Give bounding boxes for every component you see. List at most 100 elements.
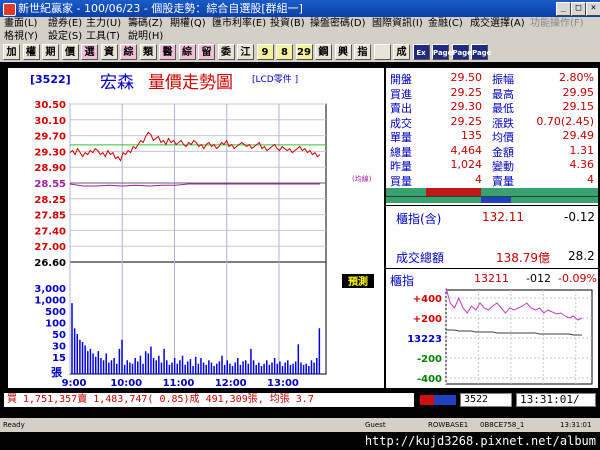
quote-value: 0.70(2.45)	[536, 114, 594, 128]
avg-line-label: (均線)	[352, 174, 372, 183]
toolbar-button[interactable]: Page	[471, 44, 491, 60]
turnover-extra: 28.2	[568, 249, 595, 263]
toolbar-button[interactable]: 類	[139, 44, 157, 60]
url-watermark: http://kujd3268.pixnet.net/album	[0, 432, 600, 450]
quote-value: 4.36	[569, 158, 595, 171]
clock-text: 13:31:01/	[520, 393, 580, 406]
toolbar-button[interactable]	[373, 44, 391, 60]
close-button[interactable]: ×	[586, 2, 600, 16]
clock-box: 13:31:01/	[516, 393, 596, 407]
menu-item[interactable]: 期權(Q)	[170, 17, 206, 31]
index-tick-label: +200	[413, 314, 442, 325]
price-tick-label: 30.10	[34, 116, 66, 127]
volume-tick-label: 30	[52, 342, 66, 353]
stock-code-box[interactable]: 3522	[460, 393, 512, 407]
menu-item[interactable]: 功能操作(F)	[530, 17, 584, 31]
quote-value: 29.30	[450, 100, 483, 113]
quote-value: 29.15	[562, 100, 595, 113]
color-legend	[420, 395, 456, 405]
toolbar-button[interactable]: 鋼	[315, 44, 332, 60]
predict-badge: 預測	[348, 275, 368, 288]
trade-summary: 買 1,751,357賣 1,483,747( 0.85)成 491,309張,…	[4, 393, 414, 407]
price-tick-label: 30.50	[34, 100, 66, 111]
toolbar-button[interactable]: 指	[354, 44, 371, 60]
toolbar-button[interactable]: 醫	[159, 44, 176, 60]
time-tick-label: 10:00	[110, 378, 142, 388]
price-tick-label: 28.90	[34, 163, 66, 174]
index-change: -0.12	[564, 210, 596, 224]
menu-item[interactable]: 證券(E)	[48, 17, 82, 31]
otc-change: -012	[526, 272, 551, 285]
toolbar-button[interactable]: 9	[256, 44, 274, 60]
menu-item[interactable]: 設定(S)	[48, 30, 82, 44]
toolbar-button[interactable]: Page	[432, 44, 452, 60]
toolbar-button[interactable]: 留	[198, 44, 215, 60]
toolbar-button[interactable]: 價	[61, 44, 79, 60]
menu-item[interactable]: 畫面(L)	[4, 17, 37, 31]
chart-svg: 30.50 30.10 29.70 29.30 28.90 28.55 28.25 27.85…	[30, 73, 374, 389]
price-tick-label: 28.55	[34, 179, 66, 190]
toolbar-button[interactable]: 綜	[120, 44, 137, 60]
toolbar: 加權期價選資綜類醫綜留委江 9 8 29 鋼興指成 Ex Page Page Page	[0, 43, 600, 62]
toolbar-button[interactable]: 江	[237, 44, 254, 60]
menu-item[interactable]: 金融(C)	[428, 17, 463, 31]
stock-code-text: 3522	[464, 394, 489, 405]
index-value: 132.11	[482, 210, 524, 224]
price-tick-label: 29.70	[34, 132, 66, 143]
chart-title: 量價走勢圖	[148, 73, 233, 93]
index-tick-label: 13223	[407, 334, 442, 345]
menu-item[interactable]: 格視(Y)	[4, 30, 38, 44]
menu-item[interactable]: 成交選擇(A)	[470, 17, 525, 31]
toolbar-button[interactable]: 8	[276, 44, 293, 60]
quote-label: 賣量	[492, 174, 514, 188]
price-tick-label: 26.60	[34, 258, 66, 269]
time-tick-label: 12:00	[215, 378, 247, 388]
toolbar-button[interactable]: 加	[3, 44, 20, 60]
menu-item[interactable]: 說明(H)	[128, 30, 163, 44]
window-title: 新世紀贏家 - 100/06/23 - 個股走勢：綜合自選股[群組一]	[18, 2, 303, 15]
toolbar-button[interactable]: 權	[22, 44, 40, 60]
stock-code: [3522]	[30, 73, 71, 86]
index-tick-label: -200	[417, 354, 442, 365]
quote-value: 29.25	[450, 114, 483, 128]
toolbar-button[interactable]: 期	[42, 44, 59, 60]
menu-item[interactable]: 主力(U)	[86, 17, 121, 31]
price-tick-label: 27.00	[34, 242, 66, 253]
toolbar-button[interactable]: 成	[393, 44, 410, 60]
menu-item[interactable]: 籌碼(Z)	[128, 17, 163, 31]
industry-label: [LCD零件 ]	[252, 73, 298, 85]
quote-value: 2.80%	[559, 71, 594, 84]
volume-tick-label: 100	[45, 319, 66, 330]
quote-value: 4,464	[450, 143, 483, 157]
toolbar-button[interactable]: 29	[295, 44, 313, 60]
stock-name: 宏森	[100, 73, 134, 93]
index-label: 櫃指(含)	[396, 212, 442, 226]
menu-item[interactable]: 國際資訊(I)	[372, 17, 423, 31]
index-tick-label: +400	[413, 294, 442, 305]
toolbar-button[interactable]: 興	[334, 44, 352, 60]
toolbar-button[interactable]: 選	[81, 44, 98, 60]
volume-tick-label: 50	[52, 330, 66, 341]
toolbar-button[interactable]: Ex	[412, 44, 430, 60]
maximize-button[interactable]: □	[571, 2, 586, 16]
turnover-label: 成交總額	[396, 251, 445, 265]
menu-item[interactable]: 投資(B)	[270, 17, 305, 31]
volume-tick-label: 15	[52, 353, 66, 364]
toolbar-button[interactable]: 資	[100, 44, 118, 60]
otc-index-chart: +400 +200 13223 -200 -400	[407, 287, 593, 385]
minimize-button[interactable]: _	[556, 2, 571, 16]
menu-item[interactable]: 工具(T)	[86, 30, 120, 44]
toolbar-button[interactable]: 綜	[178, 44, 196, 60]
quote-value: 135	[461, 129, 482, 142]
menu-bar-row2: 格視(Y) 設定(S) 工具(T) 說明(H)	[0, 30, 600, 44]
toolbar-button[interactable]: 委	[217, 44, 235, 60]
index-tick-label: -400	[417, 374, 442, 385]
quote-value: 1.31	[569, 143, 595, 157]
bid-ask-bar	[386, 188, 598, 203]
status-ready: Ready	[3, 421, 25, 429]
menu-item[interactable]: 匯市利率(E)	[212, 17, 266, 31]
quote-value: 29.95	[562, 85, 595, 99]
menu-item[interactable]: 操盤密碼(D)	[310, 17, 366, 31]
toolbar-button[interactable]: Page	[451, 44, 472, 60]
price-tick-label: 27.40	[34, 226, 66, 237]
